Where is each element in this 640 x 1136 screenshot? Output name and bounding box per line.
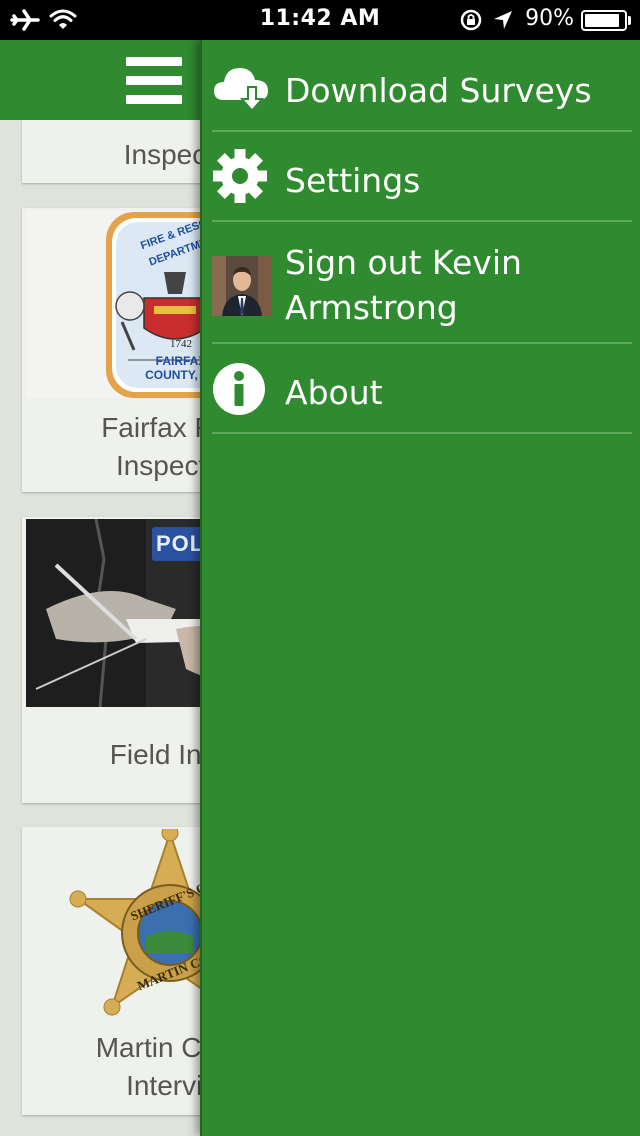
drawer-item-download-surveys[interactable]: Download Surveys [212, 40, 632, 132]
menu-button[interactable] [124, 57, 184, 105]
rotation-lock-icon [460, 9, 482, 31]
location-arrow-icon [494, 11, 512, 29]
drawer-item-label: Sign out Kevin [285, 243, 522, 282]
info-icon [213, 363, 265, 415]
battery-level-fill [585, 14, 619, 27]
drawer-item-sign-out[interactable]: Sign out Kevin Armstrong [212, 222, 632, 344]
cloud-download-icon [214, 68, 268, 112]
drawer-item-label: Settings [285, 161, 421, 200]
user-avatar [212, 256, 272, 316]
battery-percent: 90% [525, 6, 574, 31]
drawer-item-label-line2: Armstrong [285, 288, 458, 327]
side-drawer: Download Surveys Settings Sign out Kevin… [200, 40, 640, 1136]
status-bar: 11:42 AM 90% [0, 0, 640, 40]
drawer-item-settings[interactable]: Settings [212, 132, 632, 222]
drawer-item-about[interactable]: About [212, 344, 632, 434]
gear-icon [213, 149, 267, 203]
drawer-item-label: About [285, 373, 383, 412]
battery-icon [581, 10, 627, 31]
battery-cap [628, 16, 631, 25]
drawer-item-label: Download Surveys [285, 71, 592, 110]
